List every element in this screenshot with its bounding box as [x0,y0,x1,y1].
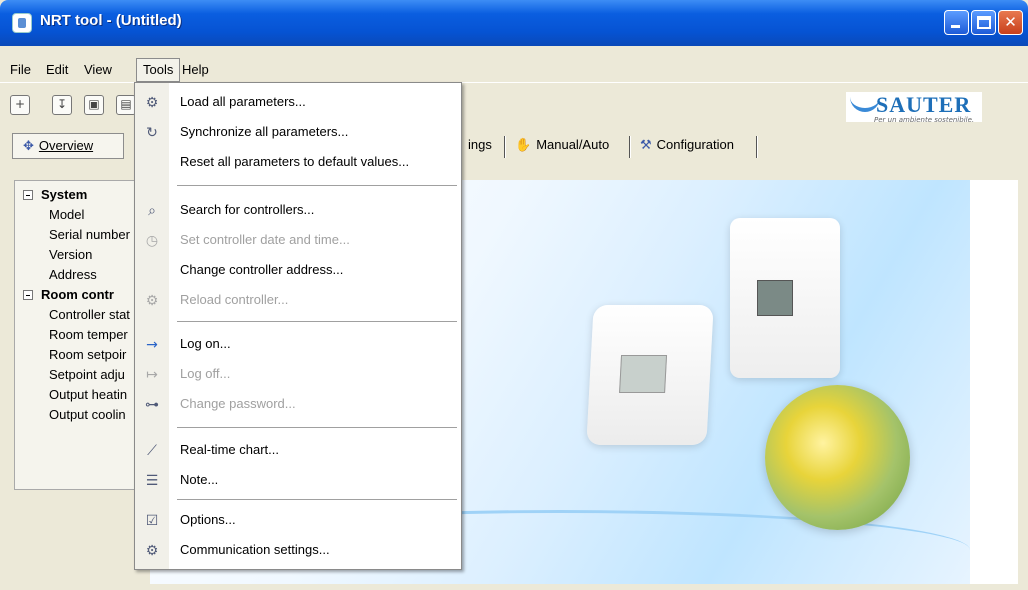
new-icon[interactable]: + [10,95,30,115]
tab-manual-auto-label: Manual/Auto [536,137,610,152]
clock-icon: ◷ [145,233,159,249]
tree-item-output-cooling[interactable]: Output coolin [49,405,126,425]
tab-overview-label: Overview [38,138,94,153]
tab-separator [629,136,631,158]
tab-settings[interactable]: ings [468,133,492,159]
tree-item-room-setpoint[interactable]: Room setpoir [49,345,126,365]
minimize-button[interactable] [944,10,969,35]
title-bar[interactable]: NRT tool - (Untitled) ✕ [0,0,1028,46]
tree-item-controller-status[interactable]: Controller stat [49,305,130,325]
save-icon[interactable]: ▣ [84,95,104,115]
menu-item-synchronize-all-parameters[interactable]: ↻ Synchronize all parameters... [135,119,461,147]
menu-item-change-password[interactable]: ⊶ Change password... [135,391,461,419]
hand-icon: ✋ [515,137,532,152]
tab-settings-label: ings [468,137,492,152]
app-icon[interactable] [12,13,32,33]
key-icon: ⊶ [145,397,159,413]
menu-item-options[interactable]: ☑ Options... [135,507,461,535]
menu-item-set-controller-date-time[interactable]: ◷ Set controller date and time... [135,227,461,255]
print-icon[interactable]: ▤ [116,95,136,115]
tree-item-room-temperature[interactable]: Room temper [49,325,128,345]
menu-item-log-off[interactable]: ↦ Log off... [135,361,461,389]
tab-manual-auto[interactable]: ✋ Manual/Auto [515,133,609,159]
tree-item-serial-number[interactable]: Serial number [49,225,130,245]
thermostat-display [619,355,668,393]
tab-separator [756,136,758,158]
thermostat-image-large [730,218,840,378]
note-icon: ☰ [145,473,159,489]
menu-separator [177,427,457,428]
maximize-icon [977,16,991,29]
menu-item-change-controller-address[interactable]: Change controller address... [135,257,461,285]
close-icon: ✕ [1004,13,1017,31]
collapse-icon[interactable] [23,290,33,300]
minimize-icon [951,25,960,28]
tree-group-system[interactable]: System [23,185,87,205]
tree-panel[interactable]: System Model Serial number Version Addre… [14,180,144,490]
tab-configuration-label: Configuration [656,137,734,152]
menu-tools[interactable]: Tools [136,58,181,82]
log-on-icon: → [146,337,158,353]
search-controllers-icon: ⌕ [148,203,156,219]
window-title: NRT tool - (Untitled) [40,12,182,29]
menu-file[interactable]: File [4,58,37,82]
overview-icon: ✥ [23,138,34,153]
tools-menu-dropdown: ⚙ Load all parameters... ↻ Synchronize a… [134,82,462,570]
reload-icon: ⚙ [145,293,159,309]
menu-item-note[interactable]: ☰ Note... [135,467,461,495]
open-icon[interactable]: ↧ [52,95,72,115]
tree-item-setpoint-adjust[interactable]: Setpoint adju [49,365,125,385]
menu-separator [177,499,457,500]
menu-bar: File Edit View Tools Help [0,58,1028,82]
tab-configuration[interactable]: ⚒ Configuration [640,133,734,159]
menu-item-communication-settings[interactable]: ⚙ Communication settings... [135,537,461,565]
sync-icon: ↻ [146,125,158,141]
tree-item-address[interactable]: Address [49,265,97,285]
maximize-button[interactable] [971,10,996,35]
communication-icon: ⚙ [145,543,159,559]
menu-item-reload-controller[interactable]: ⚙ Reload controller... [135,287,461,315]
dandelion-image [765,385,910,530]
menu-view[interactable]: View [78,58,118,82]
thermostat-display [757,280,793,316]
logo-name: SAUTER [876,92,972,117]
tree-group-room-controller[interactable]: Room contr [23,285,114,305]
menu-help[interactable]: Help [176,58,215,82]
chart-icon: ⟋ [147,443,157,459]
collapse-icon[interactable] [23,190,33,200]
log-off-icon: ↦ [146,367,158,383]
menu-separator [177,321,457,322]
menu-edit[interactable]: Edit [40,58,74,82]
close-button[interactable]: ✕ [998,10,1023,35]
menu-item-log-on[interactable]: → Log on... [135,331,461,359]
menu-separator [177,185,457,186]
tree-item-output-heating[interactable]: Output heatin [49,385,127,405]
thermostat-image-small [586,305,714,445]
menu-item-load-all-parameters[interactable]: ⚙ Load all parameters... [135,89,461,117]
wrench-icon: ⚒ [640,137,652,152]
tab-separator [504,136,506,158]
menu-item-search-for-controllers[interactable]: ⌕ Search for controllers... [135,197,461,225]
tree-item-version[interactable]: Version [49,245,92,265]
tab-overview[interactable]: ✥ Overview [12,133,124,159]
menu-item-real-time-chart[interactable]: ⟋ Real-time chart... [135,437,461,465]
options-icon: ☑ [145,513,159,529]
tree-item-model[interactable]: Model [49,205,84,225]
load-params-icon: ⚙ [145,95,159,111]
menu-item-reset-all-parameters[interactable]: Reset all parameters to default values..… [135,149,461,177]
